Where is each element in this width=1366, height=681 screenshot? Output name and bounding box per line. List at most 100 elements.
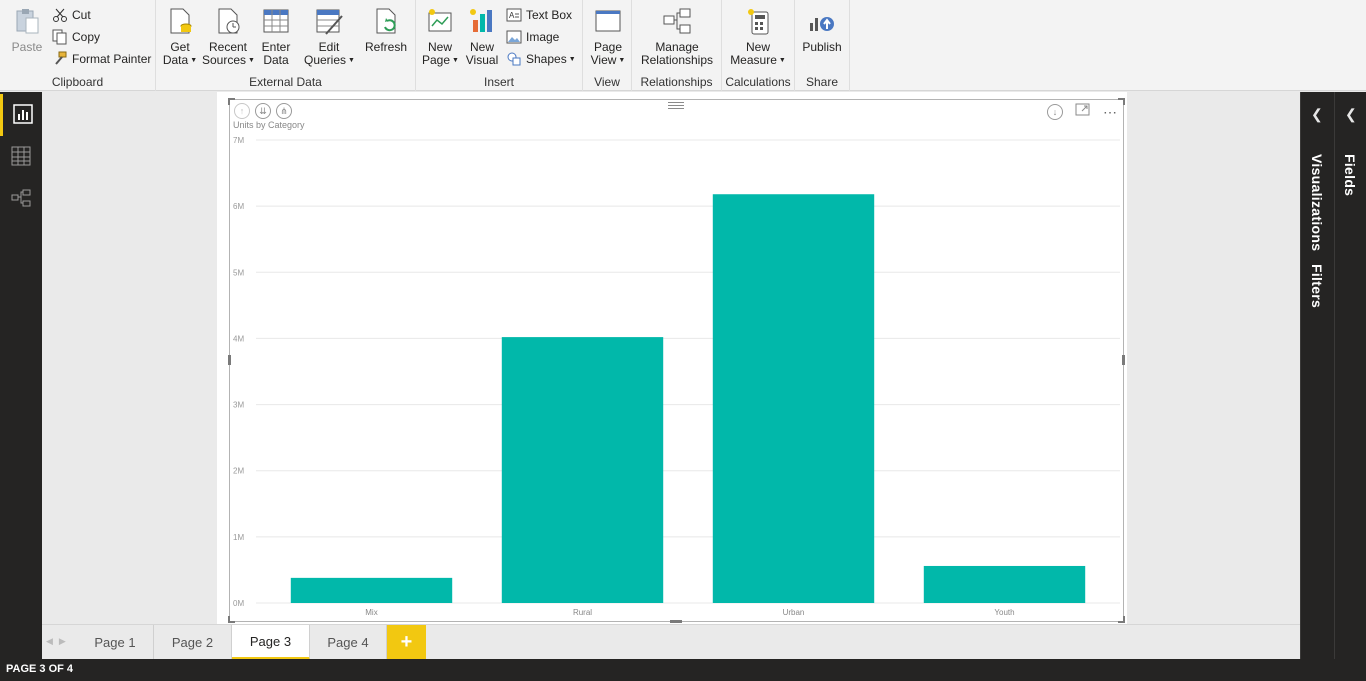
expand-visualizations-chevron-icon[interactable]: ❮ xyxy=(1311,106,1323,123)
copy-button[interactable]: Copy xyxy=(52,28,100,46)
tab-page-1-label: Page 1 xyxy=(94,635,136,650)
format-painter-button[interactable]: Format Painter xyxy=(52,50,151,68)
add-page-plus-icon: + xyxy=(400,631,413,653)
relationships-view-button[interactable] xyxy=(0,178,42,220)
refresh-icon xyxy=(371,6,401,36)
table-icon xyxy=(261,6,291,36)
relationships-view-icon xyxy=(11,188,31,211)
report-page: ↑ ⇊ ⋔ ↓ ⋯ Units by Category 0M 1M 2M 3M 4M 5M… xyxy=(217,92,1127,624)
relationships-group-label: Relationships xyxy=(640,75,713,89)
view-group-label: View xyxy=(594,75,620,89)
y-tick-label: 5M xyxy=(233,268,244,277)
ribbon: Paste Cut Copy Format Painter Clipboard … xyxy=(0,0,1366,91)
column-chart-visual[interactable]: ↑ ⇊ ⋔ ↓ ⋯ Units by Category 0M 1M 2M 3M 4M 5M… xyxy=(228,98,1125,623)
y-tick-label: 4M xyxy=(233,334,244,343)
data-view-button[interactable] xyxy=(0,136,42,178)
relationships-group: Manage Relationships Relationships xyxy=(632,0,722,91)
refresh-label: Refresh xyxy=(364,40,408,54)
shapes-icon xyxy=(506,51,522,67)
x-tick-label: Youth xyxy=(994,608,1014,617)
share-group-label: Share xyxy=(805,75,839,89)
paste-button[interactable]: Paste xyxy=(8,6,46,54)
view-group: Page View ▼ View xyxy=(583,0,632,91)
expand-fields-chevron-icon[interactable]: ❮ xyxy=(1345,106,1357,123)
publish-button[interactable]: Publish xyxy=(800,6,844,54)
text-box-button[interactable]: A Text Box xyxy=(506,6,572,24)
visualizations-filters-pane[interactable]: ❮ Visualizations Filters xyxy=(1300,92,1334,659)
text-box-label: Text Box xyxy=(526,8,573,22)
y-tick-label: 3M xyxy=(233,401,244,410)
tab-page-2[interactable]: Page 2 xyxy=(154,625,232,660)
publish-label: Publish xyxy=(802,40,842,54)
new-visual-label: New Visual xyxy=(465,40,499,67)
new-measure-button[interactable]: New Measure ▼ xyxy=(728,6,788,67)
bar[interactable] xyxy=(290,577,453,603)
left-nav xyxy=(0,92,42,659)
report-view-button[interactable] xyxy=(0,94,42,136)
page-count-status: PAGE 3 OF 4 xyxy=(6,663,74,675)
column-chart: 0M 1M 2M 3M 4M 5M 6M 7M Mix Rural Urban Youth xyxy=(233,136,1120,617)
new-page-button[interactable]: New Page ▼ xyxy=(422,6,459,67)
share-group: Publish Share xyxy=(795,0,850,91)
image-label: Image xyxy=(526,30,560,44)
get-data-icon xyxy=(165,6,195,36)
fields-pane-label[interactable]: Fields xyxy=(1342,154,1358,196)
external-data-group: Get Data ▼ Recent Sources ▼ Enter Data Edit Qu… xyxy=(156,0,416,91)
add-page-button[interactable]: + xyxy=(387,625,426,660)
report-view-icon xyxy=(12,103,33,127)
y-tick-label: 6M xyxy=(233,202,244,211)
calculations-group-label: Calculations xyxy=(725,75,791,89)
shapes-button[interactable]: Shapes ▼ xyxy=(506,50,576,68)
tab-page-4[interactable]: Page 4 xyxy=(310,625,387,660)
recent-sources-icon xyxy=(213,6,243,36)
y-tick-label: 2M xyxy=(233,467,244,476)
tab-page-4-label: Page 4 xyxy=(327,635,369,650)
data-view-icon xyxy=(11,146,31,169)
tab-scroll-arrows-icon[interactable]: ◀▶ xyxy=(46,636,72,647)
cut-label: Cut xyxy=(72,8,91,22)
recent-sources-button[interactable]: Recent Sources ▼ xyxy=(202,6,255,67)
edit-queries-button[interactable]: Edit Queries ▼ xyxy=(304,6,355,67)
visualizations-pane-label[interactable]: Visualizations xyxy=(1309,154,1325,251)
clipboard-group: Paste Cut Copy Format Painter Clipboard xyxy=(0,0,156,91)
tab-page-3[interactable]: Page 3 xyxy=(232,625,310,660)
external-data-group-label: External Data xyxy=(249,75,322,89)
status-bar: PAGE 3 OF 4 xyxy=(0,659,1366,681)
manage-relationships-icon xyxy=(662,6,692,36)
paste-label: Paste xyxy=(11,40,43,54)
new-visual-button[interactable]: New Visual xyxy=(463,6,501,67)
tab-page-1[interactable]: Page 1 xyxy=(77,625,154,660)
insert-group: New Page ▼ New Visual A Text Box Image Shap… xyxy=(416,0,583,91)
y-tick-label: 0M xyxy=(233,599,244,608)
get-data-button[interactable]: Get Data ▼ xyxy=(161,6,199,67)
tab-page-3-label: Page 3 xyxy=(249,633,292,649)
enter-data-label: Enter Data xyxy=(261,40,291,67)
bar[interactable] xyxy=(501,337,664,603)
manage-relationships-button[interactable]: Manage Relationships xyxy=(638,6,716,67)
format-painter-label: Format Painter xyxy=(72,52,152,66)
cut-button[interactable]: Cut xyxy=(52,6,91,24)
svg-text:A: A xyxy=(509,11,515,20)
new-page-label: New Page ▼ xyxy=(422,40,459,67)
bar[interactable] xyxy=(923,565,1086,603)
page-view-button[interactable]: Page View ▼ xyxy=(588,6,628,67)
x-tick-label: Rural xyxy=(573,608,592,617)
bar[interactable] xyxy=(712,194,875,603)
insert-group-label: Insert xyxy=(483,75,514,89)
calculator-icon xyxy=(743,6,773,36)
recent-sources-label: Recent Sources ▼ xyxy=(202,40,255,67)
clipboard-group-label: Clipboard xyxy=(51,75,104,89)
enter-data-button[interactable]: Enter Data xyxy=(257,6,295,67)
refresh-button[interactable]: Refresh xyxy=(364,6,408,54)
image-icon xyxy=(506,29,522,45)
fields-pane[interactable]: ❮ Fields xyxy=(1334,92,1366,659)
image-button[interactable]: Image xyxy=(506,28,559,46)
edit-queries-icon xyxy=(314,6,344,36)
page-view-label: Page View ▼ xyxy=(590,40,626,67)
report-canvas: ↑ ⇊ ⋔ ↓ ⋯ Units by Category 0M 1M 2M 3M 4M 5M… xyxy=(42,92,1300,624)
copy-icon xyxy=(52,29,68,45)
filters-pane-label[interactable]: Filters xyxy=(1309,264,1325,308)
copy-label: Copy xyxy=(72,30,101,44)
new-measure-label: New Measure ▼ xyxy=(730,40,786,67)
page-tab-bar: ◀▶ Page 1 Page 2 Page 3 Page 4 + xyxy=(42,624,1300,660)
